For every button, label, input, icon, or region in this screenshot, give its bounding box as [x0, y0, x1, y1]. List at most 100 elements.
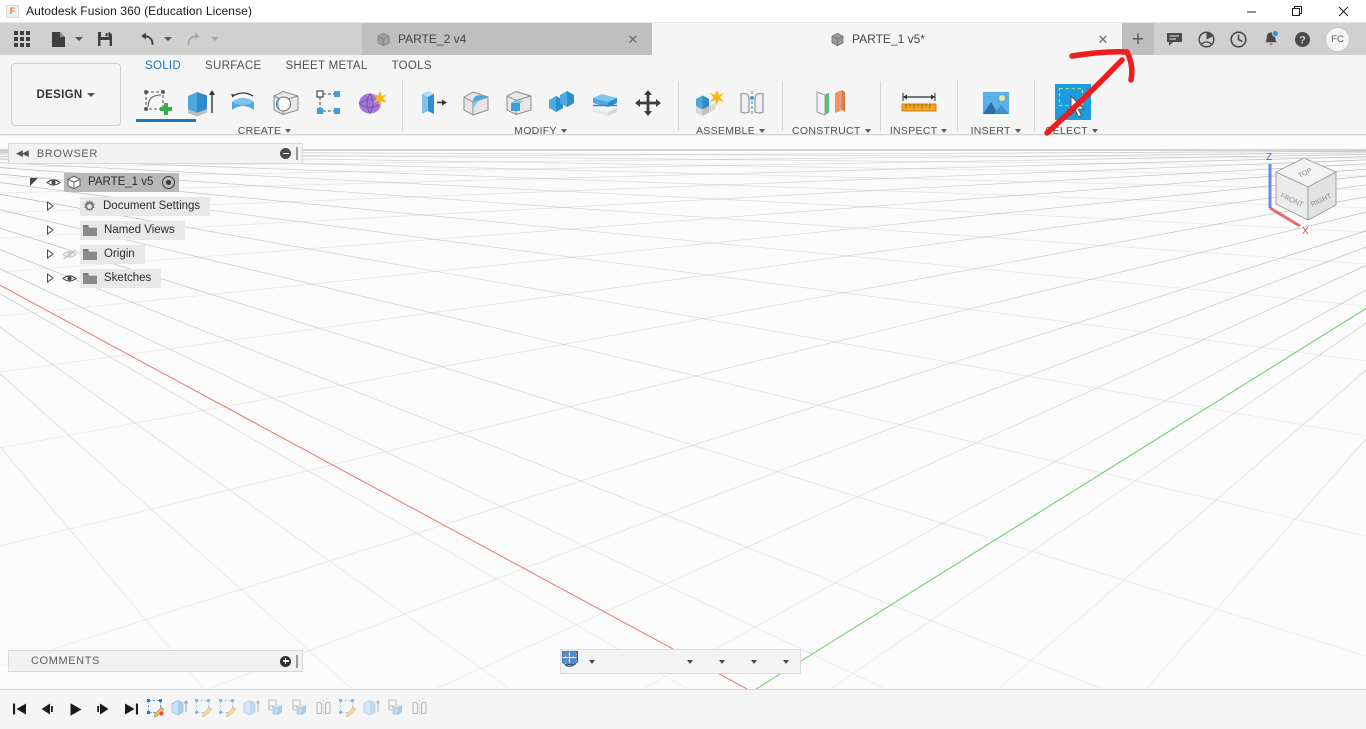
visibility-eye-off-icon[interactable] [58, 249, 80, 260]
tree-item-chip[interactable]: PARTE_1 v5 [64, 172, 180, 192]
undo-dropdown-caret[interactable] [162, 24, 174, 54]
twisty-open-icon[interactable] [26, 177, 42, 187]
new-file-icon[interactable] [43, 24, 73, 54]
save-icon[interactable] [90, 24, 120, 54]
offset-plane-icon[interactable] [803, 81, 859, 125]
combine-icon[interactable] [541, 81, 583, 125]
twisty-closed-icon[interactable] [42, 201, 58, 211]
step-forward-icon[interactable] [90, 693, 116, 725]
timeline-feature-mirror[interactable] [311, 694, 335, 720]
new-tab-button[interactable]: + [1122, 23, 1154, 55]
skip-to-end-icon[interactable] [118, 693, 144, 725]
twisty-closed-icon[interactable] [42, 249, 58, 259]
timeline-feature-shell[interactable] [287, 694, 311, 720]
timeline-feature-extrude[interactable] [239, 694, 263, 720]
twisty-closed-icon[interactable] [42, 225, 58, 235]
tree-item-chip[interactable]: Document Settings [80, 196, 211, 216]
activate-component-radio[interactable] [162, 175, 176, 189]
tree-row-root[interactable]: PARTE_1 v5 [8, 170, 303, 194]
minimize-button[interactable] [1228, 0, 1274, 23]
select-icon[interactable] [1044, 81, 1100, 125]
viewports-dropdown-caret[interactable] [781, 650, 791, 673]
form-icon[interactable] [351, 81, 393, 125]
grid-snaps-icon[interactable] [562, 650, 749, 673]
visibility-eye-icon[interactable] [42, 177, 64, 188]
split-face-icon[interactable] [584, 81, 626, 125]
revolve-icon[interactable] [222, 81, 264, 125]
maximize-restore-button[interactable] [1274, 0, 1320, 23]
look-at-icon[interactable] [562, 650, 619, 673]
timeline-feature-shell[interactable] [263, 694, 287, 720]
timeline-feature-shell[interactable] [383, 694, 407, 720]
extrude-icon[interactable] [179, 81, 221, 125]
add-comment-button[interactable] [280, 655, 291, 667]
timeline-feature-mirror[interactable] [407, 694, 431, 720]
display-settings-dropdown-caret[interactable] [717, 650, 727, 673]
recent-activity-icon[interactable] [1223, 24, 1254, 54]
timeline-feature-sketch[interactable] [215, 694, 239, 720]
tree-item-chip[interactable]: Sketches [80, 268, 162, 288]
grid-snaps-dropdown-caret[interactable] [749, 650, 759, 673]
tree-row-document-settings[interactable]: Document Settings [8, 194, 303, 218]
move-copy-icon[interactable] [627, 81, 669, 125]
browser-collapse-icon[interactable]: ◀◀ [16, 148, 29, 159]
ribbon-tab-tools[interactable]: TOOLS [380, 55, 444, 77]
ribbon-tab-solid[interactable]: SOLID [133, 55, 193, 77]
redo-icon[interactable] [179, 24, 209, 54]
timeline-feature-sketch[interactable] [335, 694, 359, 720]
timeline-feature-extrude[interactable] [359, 694, 383, 720]
tree-item-chip[interactable]: Origin [80, 244, 145, 264]
notifications-bell-icon[interactable] [1255, 24, 1286, 54]
create-sketch-icon[interactable] [136, 81, 178, 125]
twisty-closed-icon[interactable] [42, 273, 58, 283]
app-grid-icon[interactable] [7, 24, 37, 54]
ribbon-tab-sheet-metal[interactable]: SHEET METAL [273, 55, 379, 77]
undo-icon[interactable] [132, 24, 162, 54]
document-tab-parte2[interactable]: PARTE_2 v4 ✕ [362, 23, 652, 55]
display-settings-icon[interactable] [562, 650, 717, 673]
tree-row-sketches[interactable]: Sketches [8, 266, 303, 290]
comments-resize-grip[interactable] [296, 654, 298, 668]
sweep-icon[interactable] [265, 81, 307, 125]
joint-icon[interactable] [731, 81, 773, 125]
insert-image-icon[interactable] [967, 81, 1025, 125]
new-file-dropdown-caret[interactable] [73, 24, 85, 54]
redo-dropdown-caret[interactable] [209, 24, 221, 54]
visibility-eye-icon[interactable] [58, 273, 80, 284]
workspace-selector[interactable]: DESIGN [11, 63, 121, 126]
tree-row-origin[interactable]: Origin [8, 242, 303, 266]
step-back-icon[interactable] [34, 693, 60, 725]
comments-panel-icon[interactable] [1159, 24, 1190, 54]
tree-item-chip[interactable]: Named Views [80, 220, 185, 240]
job-status-icon[interactable] [1191, 24, 1222, 54]
shell-icon[interactable] [498, 81, 540, 125]
timeline-feature-sketch[interactable] [191, 694, 215, 720]
pan-icon[interactable] [562, 650, 641, 673]
fit-icon[interactable] [562, 650, 685, 673]
viewports-icon[interactable] [562, 650, 781, 673]
pattern-icon[interactable] [308, 81, 350, 125]
ribbon-tab-surface[interactable]: SURFACE [193, 55, 273, 77]
view-cube[interactable]: Z X TOP FRONT RIGHT [1256, 146, 1348, 242]
play-icon[interactable] [62, 693, 88, 725]
browser-minimize-icon[interactable] [280, 148, 291, 159]
timeline-feature-sketch[interactable] [143, 694, 167, 720]
skip-to-start-icon[interactable] [6, 693, 32, 725]
tree-row-named-views[interactable]: Named Views [8, 218, 303, 242]
document-tab-parte1[interactable]: PARTE_1 v5* ✕ [652, 23, 1122, 55]
fillet-icon[interactable] [455, 81, 497, 125]
fit-dropdown-caret[interactable] [685, 650, 695, 673]
measure-icon[interactable] [890, 81, 948, 125]
zoom-icon[interactable] [562, 650, 663, 673]
tab-close-button[interactable]: ✕ [624, 30, 642, 48]
browser-resize-grip[interactable] [296, 147, 298, 160]
comments-bar[interactable]: COMMENTS [8, 650, 303, 672]
close-window-button[interactable] [1320, 0, 1366, 23]
timeline-feature-extrude[interactable] [167, 694, 191, 720]
new-component-icon[interactable] [688, 81, 730, 125]
tab-close-button[interactable]: ✕ [1094, 30, 1112, 48]
orbit-dropdown-caret[interactable] [587, 650, 597, 673]
help-icon[interactable]: ? [1287, 24, 1318, 54]
user-avatar[interactable]: FC [1325, 26, 1350, 52]
press-pull-icon[interactable] [412, 81, 454, 125]
